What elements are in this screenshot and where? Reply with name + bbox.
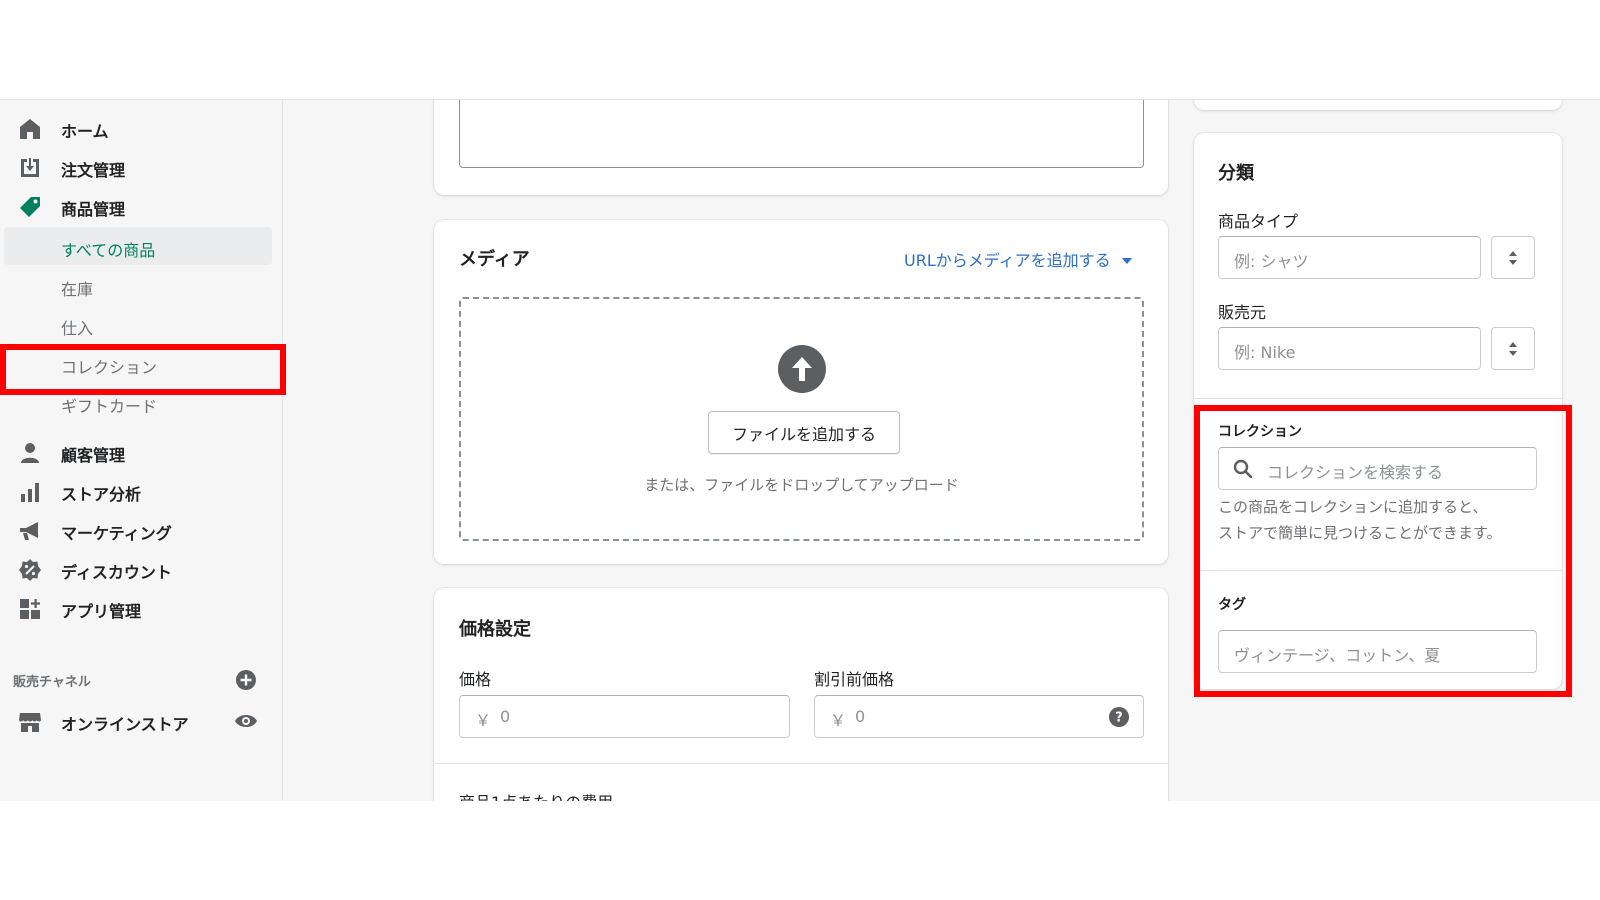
search-icon (1233, 459, 1253, 479)
sidebar-item-discounts[interactable]: ディスカウント (0, 550, 283, 588)
apps-icon (20, 599, 40, 619)
description-editor[interactable] (459, 100, 1144, 168)
add-file-button[interactable]: ファイルを追加する (708, 411, 900, 454)
collections-search-input[interactable]: コレクションを検索する (1218, 447, 1537, 490)
compare-value: 0 (855, 707, 866, 726)
sidebar-subitem-label: すべての商品 (61, 241, 156, 260)
add-media-from-url-label: URLからメディアを追加する (904, 251, 1111, 270)
sidebar-item-analytics[interactable]: ストア分析 (0, 472, 283, 510)
pricing-title: 価格設定 (459, 619, 531, 640)
price-value: 0 (500, 707, 511, 726)
product-type-input[interactable]: 例: シャツ (1218, 236, 1481, 279)
tags-label: タグ (1218, 597, 1246, 613)
vendor-input[interactable]: 例: Nike (1218, 327, 1481, 370)
compare-currency: ￥ (830, 711, 847, 730)
description-card (434, 100, 1168, 195)
sales-channels-label: 販売チャネル (13, 675, 91, 690)
vendor-label: 販売元 (1218, 303, 1267, 322)
sidebar-subitem-collections[interactable]: コレクション (4, 344, 272, 382)
media-dropzone[interactable]: ファイルを追加する または、ファイルをドロップしてアップロード (459, 297, 1144, 541)
tags-placeholder: ヴィンテージ、コットン、夏 (1234, 646, 1441, 665)
add-media-from-url-link[interactable]: URLからメディアを追加する (904, 247, 1134, 271)
select-arrows-icon (1509, 342, 1517, 356)
status-card (1194, 100, 1562, 110)
sidebar-item-label: ストア分析 (61, 485, 142, 504)
help-icon[interactable]: ? (1109, 707, 1129, 727)
sidebar-subitem-gift-cards[interactable]: ギフトカード (4, 383, 272, 421)
sidebar-item-label: 顧客管理 (61, 446, 126, 465)
sidebar-item-home[interactable]: ホーム (0, 109, 283, 147)
product-type-placeholder: 例: シャツ (1234, 252, 1309, 271)
organization-divider (1194, 398, 1562, 399)
svg-text:?: ? (1115, 711, 1123, 726)
collections-help-line-2: ストアで簡単に見つけることができます。 (1218, 524, 1502, 542)
sidebar-item-products[interactable]: 商品管理 (0, 187, 283, 225)
product-type-label: 商品タイプ (1218, 212, 1299, 231)
tag-icon (20, 197, 40, 217)
sidebar-subitem-inventory[interactable]: 在庫 (4, 266, 272, 304)
orders-icon (21, 158, 39, 177)
megaphone-icon (20, 522, 38, 540)
product-type-select-button[interactable] (1491, 236, 1535, 279)
sidebar-subitem-all-products[interactable]: すべての商品 (4, 227, 272, 265)
admin-workspace: ホーム 注文管理 商品管理 すべての商品 在庫 仕入 コレクション ギフトカード… (0, 99, 1600, 801)
price-input[interactable]: ￥ 0 (459, 695, 790, 738)
sidebar-item-orders[interactable]: 注文管理 (0, 148, 283, 186)
cost-label: 商品1点あたりの費用 (459, 789, 613, 801)
organization-divider-2 (1194, 570, 1562, 571)
sidebar-item-label: 商品管理 (61, 200, 126, 219)
add-channel-icon[interactable] (235, 669, 257, 691)
vendor-placeholder: 例: Nike (1234, 343, 1296, 362)
drop-hint: または、ファイルをドロップしてアップロード (644, 476, 959, 494)
sidebar-item-customers[interactable]: 顧客管理 (0, 433, 283, 471)
sidebar-subitem-label: コレクション (61, 358, 158, 377)
sidebar-item-marketing[interactable]: マーケティング (0, 511, 283, 549)
sidebar: ホーム 注文管理 商品管理 すべての商品 在庫 仕入 コレクション ギフトカード… (0, 100, 283, 801)
compare-price-label: 割引前価格 (814, 670, 895, 689)
store-icon (19, 713, 41, 732)
collections-help-line-1: この商品をコレクションに追加すると、 (1218, 498, 1488, 516)
sidebar-item-label: アプリ管理 (61, 602, 142, 621)
collections-placeholder: コレクションを検索する (1267, 463, 1444, 482)
upload-arrow-icon (778, 345, 826, 393)
collections-label: コレクション (1218, 424, 1302, 440)
caret-down-icon (1121, 258, 1132, 264)
price-label: 価格 (459, 670, 492, 689)
vendor-select-button[interactable] (1491, 327, 1535, 370)
media-title: メディア (459, 249, 530, 270)
sidebar-item-label: 注文管理 (61, 161, 126, 180)
select-arrows-icon (1509, 251, 1517, 265)
sidebar-subitem-label: ギフトカード (61, 397, 158, 416)
sidebar-item-label: マーケティング (61, 524, 172, 543)
analytics-icon (21, 483, 39, 502)
pricing-card: 価格設定 価格 ￥ 0 割引前価格 ￥ 0 ? 商品1点あたりの費用 (434, 588, 1168, 801)
discount-icon (19, 559, 41, 581)
customer-icon (21, 443, 39, 463)
compare-price-input[interactable]: ￥ 0 ? (814, 695, 1144, 738)
sidebar-item-label: オンラインストア (61, 715, 189, 734)
organization-title: 分類 (1218, 163, 1254, 184)
media-card: メディア URLからメディアを追加する ファイルを追加する または、ファイルをド… (434, 220, 1168, 564)
eye-icon[interactable] (234, 709, 258, 733)
sidebar-subitem-transfers[interactable]: 仕入 (4, 305, 272, 343)
pricing-divider (434, 763, 1168, 764)
organization-card: 分類 商品タイプ 例: シャツ 販売元 例: Nike コレクション コレクショ… (1194, 133, 1562, 689)
price-currency: ￥ (475, 711, 492, 730)
home-icon (20, 119, 40, 139)
sidebar-item-label: ホーム (61, 122, 109, 141)
sidebar-subitem-label: 在庫 (61, 280, 94, 299)
sidebar-item-apps[interactable]: アプリ管理 (0, 589, 283, 627)
sidebar-subitem-label: 仕入 (61, 319, 94, 338)
sidebar-item-label: ディスカウント (61, 563, 172, 582)
tags-input[interactable]: ヴィンテージ、コットン、夏 (1218, 630, 1537, 673)
